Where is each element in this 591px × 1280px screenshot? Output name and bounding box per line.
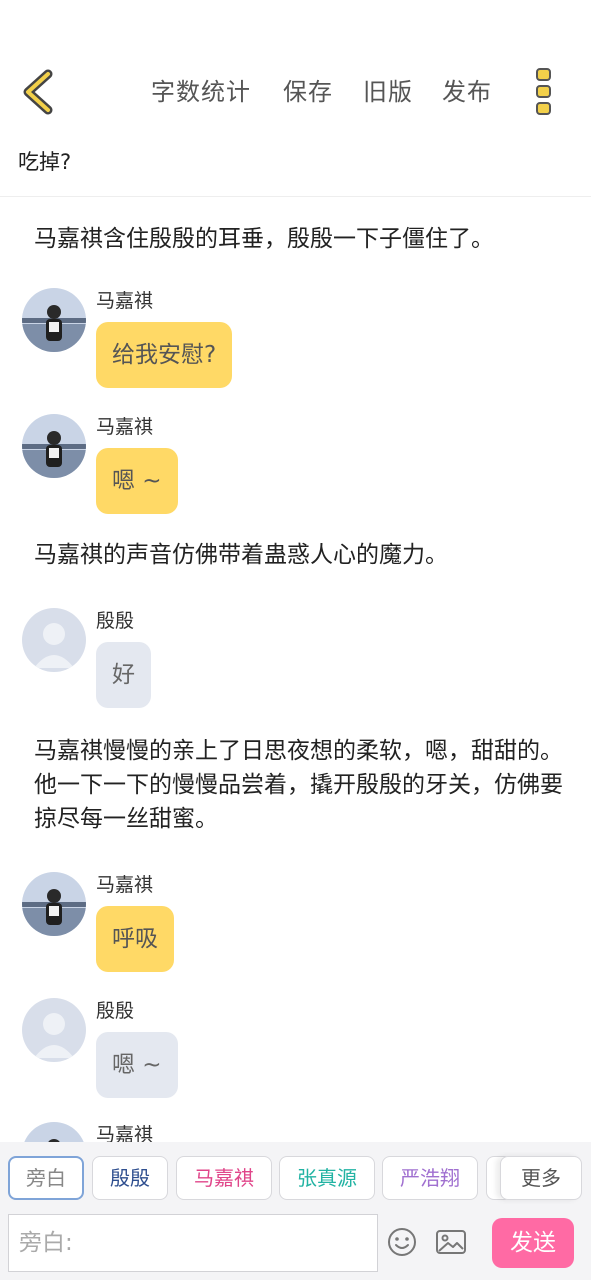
avatar-majiaqi — [22, 872, 86, 936]
message-bubble[interactable]: 嗯 ~ — [96, 1032, 178, 1098]
role-chip-yinyin[interactable]: 殷殷 — [92, 1156, 168, 1200]
role-label: 严浩翔 — [400, 1166, 460, 1190]
more-options-button[interactable] — [530, 66, 558, 118]
send-button[interactable]: 发送 — [492, 1218, 574, 1268]
speaker-name: 马嘉祺 — [96, 416, 154, 438]
speaker-name: 殷殷 — [96, 610, 135, 632]
image-icon — [436, 1230, 466, 1254]
publish-button[interactable]: 发布 — [442, 72, 492, 107]
message-bubble[interactable]: 给我安慰? — [96, 322, 233, 388]
message-bubble[interactable]: 呼吸 — [96, 906, 174, 972]
narration[interactable]: 马嘉祺慢慢的亲上了日思夜想的柔软，嗯，甜甜的。他一下一下的慢慢品尝着，撬开殷殷的… — [34, 734, 564, 836]
word-count-button[interactable]: 字数统计 — [151, 72, 251, 107]
message-bubble[interactable]: 好 — [96, 642, 151, 708]
narration[interactable]: 马嘉祺的声音仿佛带着蛊惑人心的魔力。 — [34, 538, 564, 572]
avatar-majiaqi — [22, 288, 86, 352]
speaker-name: 马嘉祺 — [96, 290, 154, 312]
emoji-button[interactable] — [386, 1226, 418, 1258]
old-version-button[interactable]: 旧版 — [363, 72, 413, 107]
avatar-default — [22, 608, 86, 672]
role-label: 旁白 — [26, 1166, 66, 1190]
role-label: 马嘉祺 — [194, 1166, 254, 1190]
story-content[interactable]: 马嘉祺含住殷殷的耳垂，殷殷一下子僵住了。 马嘉祺 给我安慰? 马嘉祺 嗯 ~ 马… — [0, 210, 591, 1142]
chapter-title[interactable]: 吃掉? — [18, 146, 71, 176]
avatar-majiaqi — [22, 414, 86, 478]
avatar-majiaqi — [22, 1122, 86, 1142]
role-selector: 旁白 殷殷 马嘉祺 张真源 严浩翔 更多 — [8, 1156, 591, 1202]
message-bubble[interactable]: 嗯 ~ — [96, 448, 178, 514]
top-bar: 字数统计 保存 旧版 发布 — [0, 60, 591, 124]
speaker-name: 殷殷 — [96, 1000, 135, 1022]
speaker-name: 马嘉祺 — [96, 1124, 154, 1142]
narration[interactable]: 马嘉祺含住殷殷的耳垂，殷殷一下子僵住了。 — [34, 222, 564, 256]
composer-panel: 旁白 殷殷 马嘉祺 张真源 严浩翔 更多 发送 — [0, 1142, 591, 1280]
divider — [0, 196, 591, 197]
message-input[interactable] — [19, 1216, 369, 1270]
role-chip-majiaqi[interactable]: 马嘉祺 — [176, 1156, 272, 1200]
vertical-dots-icon — [536, 68, 551, 115]
back-button[interactable] — [18, 68, 62, 116]
image-button[interactable] — [435, 1226, 467, 1258]
role-chip-narrator[interactable]: 旁白 — [8, 1156, 84, 1200]
smiley-icon — [388, 1228, 416, 1256]
role-label: 张真源 — [297, 1166, 357, 1190]
back-arrow-icon — [23, 69, 53, 115]
role-chip-yanhaoxiang[interactable]: 严浩翔 — [382, 1156, 478, 1200]
save-button[interactable]: 保存 — [283, 72, 333, 107]
more-roles-button[interactable]: 更多 — [500, 1156, 582, 1200]
avatar-default — [22, 998, 86, 1062]
speaker-name: 马嘉祺 — [96, 874, 154, 896]
role-chip-zhangzhenyuan[interactable]: 张真源 — [279, 1156, 375, 1200]
role-label: 殷殷 — [110, 1166, 150, 1190]
message-input-box[interactable] — [8, 1214, 378, 1272]
